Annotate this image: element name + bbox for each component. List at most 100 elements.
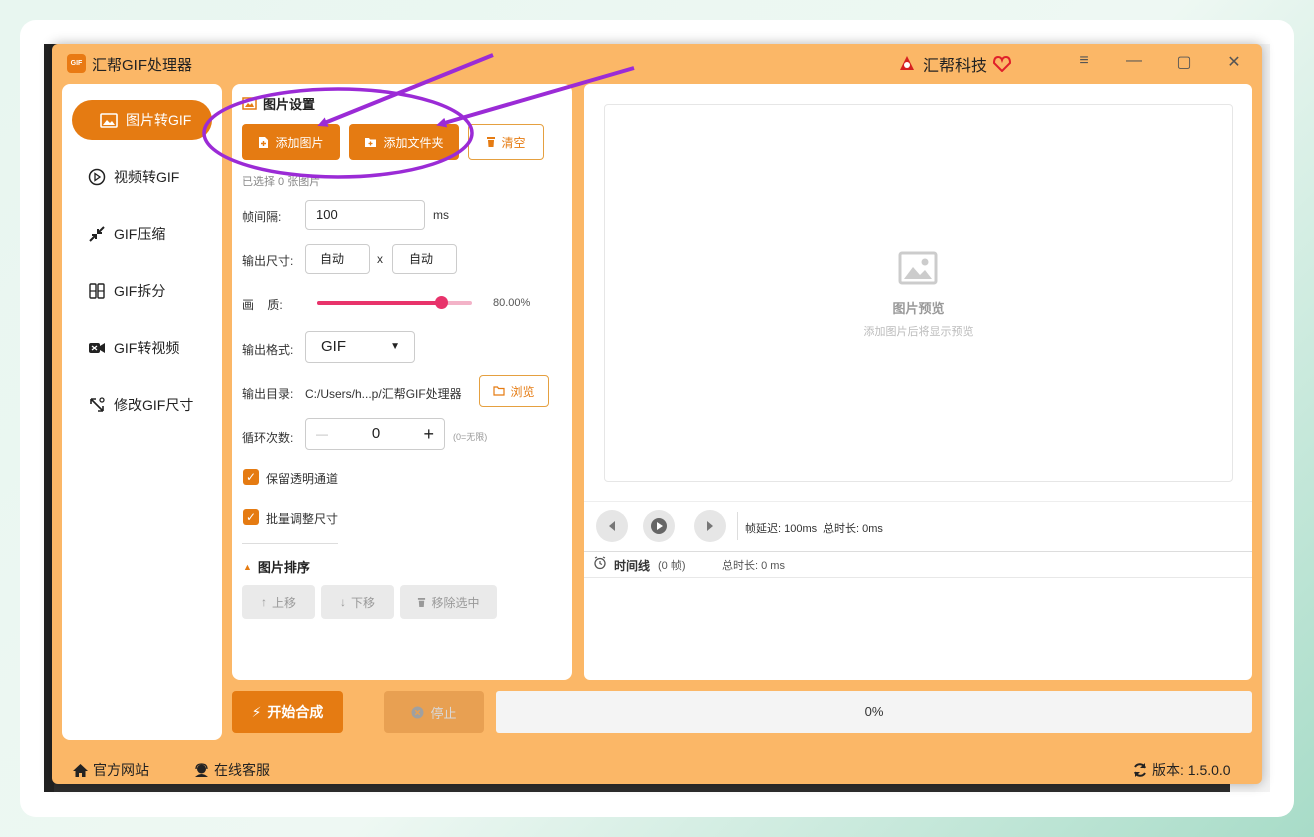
add-folder-button[interactable]: 添加文件夹 — [349, 124, 459, 160]
sidebar-item-resize-gif[interactable]: 修改GIF尺寸 — [72, 385, 212, 425]
menu-button[interactable]: ≡ — [1069, 52, 1099, 70]
timeline-track[interactable] — [584, 578, 1252, 680]
brand-logo-icon — [900, 56, 914, 70]
sidebar-item-gif-to-video[interactable]: GIF转视频 — [72, 328, 212, 368]
sort-section-title[interactable]: ▲ 图片排序 — [243, 557, 310, 576]
lightning-icon: ⚡ — [251, 703, 262, 720]
remove-selected-button[interactable]: 移除选中 — [400, 585, 497, 619]
version-info[interactable]: 版本: 1.5.0.0 — [1132, 760, 1231, 780]
sidebar-item-gif-split[interactable]: GIF拆分 — [72, 271, 212, 311]
move-down-button[interactable]: ↓ 下移 — [321, 585, 394, 619]
prev-frame-button[interactable] — [596, 510, 628, 542]
sort-title-text: 图片排序 — [257, 560, 310, 575]
add-image-button[interactable]: 添加图片 — [242, 124, 340, 160]
split-icon — [89, 283, 105, 299]
preview-hint: 添加图片后将显示预览 — [863, 326, 974, 338]
sidebar: 图片转GIF 视频转GIF GIF压缩 GIF拆分 GIF转视频 修改GIF尺寸 — [62, 84, 222, 740]
keep-alpha-checkbox[interactable]: ✓ — [243, 469, 259, 485]
add-image-label: 添加图片 — [275, 135, 324, 150]
loop-count-stepper[interactable]: — 0 + — [305, 418, 445, 450]
sidebar-item-video-to-gif[interactable]: 视频转GIF — [72, 157, 212, 197]
close-button[interactable]: ✕ — [1219, 52, 1249, 72]
frame-interval-unit: ms — [433, 208, 449, 222]
timeline-total: 总时长: 0 ms — [722, 560, 785, 572]
batch-resize-checkbox[interactable]: ✓ — [243, 509, 259, 525]
title-bar: GIF 汇帮GIF处理器 汇帮科技 ≡ — ▢ ✕ — [52, 44, 1262, 84]
section-title-text: 图片设置 — [263, 97, 316, 112]
output-format-value: GIF — [321, 338, 346, 355]
folder-icon — [493, 386, 506, 396]
frame-interval-input[interactable]: 100 — [305, 200, 425, 230]
sidebar-item-label: GIF转视频 — [114, 340, 180, 356]
size-separator: x — [377, 252, 383, 266]
selected-count-text: 已选择 0 张图片 — [242, 176, 321, 188]
preview-area: 图片预览 添加图片后将显示预览 — [604, 104, 1233, 482]
clear-button[interactable]: 清空 — [468, 124, 544, 160]
keep-alpha-label: 保留透明通道 — [266, 472, 339, 486]
move-up-button[interactable]: ↑ 上移 — [242, 585, 315, 619]
sidebar-item-label: GIF压缩 — [114, 226, 166, 242]
divider — [584, 551, 1252, 552]
output-format-select[interactable]: GIF ▼ — [305, 331, 415, 363]
stop-label: 停止 — [430, 705, 457, 721]
next-frame-button[interactable] — [694, 510, 726, 542]
image-settings-icon — [242, 97, 257, 110]
move-down-label: 下移 — [350, 595, 375, 610]
move-up-label: 上移 — [271, 595, 296, 610]
progress-text: 0% — [864, 704, 884, 719]
refresh-icon — [1134, 763, 1146, 777]
loop-hint: (0=无限) — [453, 432, 488, 442]
browse-label: 浏览 — [510, 384, 535, 399]
collapse-caret-icon: ▲ — [243, 561, 252, 572]
arrow-up-icon: ↑ — [260, 595, 267, 609]
sidebar-item-label: 图片转GIF — [126, 112, 192, 128]
official-website-link[interactable]: 官方网站 — [72, 760, 149, 780]
increment-button[interactable]: + — [423, 419, 434, 449]
play-button[interactable] — [643, 510, 675, 542]
support-label: 在线客服 — [214, 762, 270, 778]
start-synthesis-button[interactable]: ⚡ 开始合成 — [232, 691, 343, 733]
image-icon — [100, 112, 118, 128]
alarm-clock-icon — [594, 556, 606, 570]
height-input[interactable]: 自动 — [392, 244, 457, 274]
prev-icon — [609, 521, 615, 531]
add-folder-icon — [365, 137, 377, 147]
timeline-frames: (0 帧) — [658, 560, 686, 572]
add-folder-label: 添加文件夹 — [383, 135, 444, 150]
loop-count-label: 循环次数: — [242, 431, 294, 445]
sidebar-item-image-to-gif[interactable]: 图片转GIF — [72, 100, 212, 140]
stop-button[interactable]: 停止 — [384, 691, 484, 733]
chevron-down-icon: ▼ — [390, 341, 400, 352]
batch-resize-label: 批量调整尺寸 — [266, 512, 339, 526]
trash-icon — [418, 597, 426, 607]
divider — [737, 512, 738, 540]
quality-label: 画 质: — [242, 298, 283, 312]
output-dir-value: C:/Users/h...p/汇帮GIF处理器 — [305, 387, 462, 401]
sidebar-item-label: GIF拆分 — [114, 283, 166, 299]
frame-interval-label: 帧间隔: — [242, 210, 282, 224]
online-support-link[interactable]: 在线客服 — [193, 760, 270, 780]
maximize-button[interactable]: ▢ — [1169, 52, 1199, 72]
output-size-label: 输出尺寸: — [242, 254, 294, 268]
app-logo-icon: GIF — [67, 54, 86, 73]
clear-label: 清空 — [501, 135, 526, 150]
quality-slider[interactable] — [317, 296, 472, 309]
preview-panel: 图片预览 添加图片后将显示预览 帧延迟: 100ms 总时长: 0ms 时间线 … — [584, 84, 1252, 680]
sidebar-item-label: 修改GIF尺寸 — [114, 397, 194, 413]
frame-delay-text: 帧延迟: 100ms — [745, 523, 818, 535]
website-label: 官方网站 — [93, 762, 149, 778]
brand[interactable]: 汇帮科技 — [897, 52, 1012, 76]
quality-slider-knob[interactable] — [435, 296, 448, 309]
next-icon — [707, 521, 713, 531]
home-icon — [73, 763, 88, 777]
sidebar-item-label: 视频转GIF — [114, 169, 180, 185]
divider — [242, 543, 338, 544]
start-label: 开始合成 — [267, 704, 324, 720]
vip-heart-icon — [993, 56, 1012, 72]
remove-selected-label: 移除选中 — [431, 595, 480, 610]
width-input[interactable]: 自动 — [305, 244, 370, 274]
compress-icon — [89, 226, 105, 242]
sidebar-item-gif-compress[interactable]: GIF压缩 — [72, 214, 212, 254]
browse-button[interactable]: 浏览 — [479, 375, 549, 407]
minimize-button[interactable]: — — [1119, 52, 1149, 70]
